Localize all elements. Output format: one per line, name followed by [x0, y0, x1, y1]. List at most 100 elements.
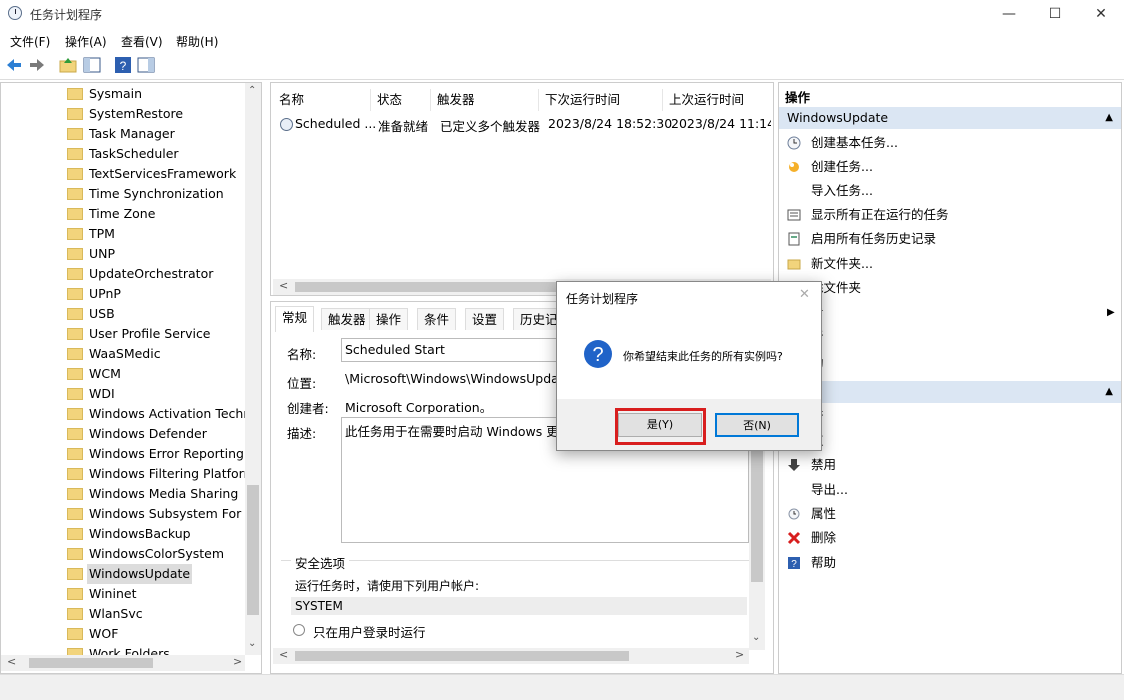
tree-item-label: SystemRestore	[89, 106, 184, 121]
details-horizontal-scrollbar[interactable]: < >	[273, 648, 749, 664]
section-header-windowsupdate[interactable]: WindowsUpdate ▲	[779, 107, 1121, 129]
folder-icon	[67, 228, 83, 240]
tree-item-label: WaaSMedic	[89, 346, 161, 361]
action-disable[interactable]: 禁用	[811, 455, 836, 475]
tree-item-label: TextServicesFramework	[89, 166, 237, 181]
folder-icon	[67, 608, 83, 620]
dialog-title: 任务计划程序	[566, 292, 639, 306]
actions-header: 操作	[785, 90, 811, 105]
column-header-status[interactable]: 状态	[371, 89, 431, 111]
tree-horizontal-scrollbar[interactable]: < >	[1, 655, 245, 671]
question-icon: ?	[584, 340, 612, 368]
folder-icon	[67, 148, 83, 160]
tree-item-label: WindowsUpdate	[87, 564, 193, 584]
show-action-pane-icon[interactable]	[137, 56, 155, 74]
tree-item-label: Sysmain	[89, 86, 143, 101]
tab-conditions[interactable]: 条件	[417, 308, 457, 330]
no-button[interactable]: 否(N)	[715, 413, 799, 437]
folder-icon	[67, 548, 83, 560]
folder-icon	[67, 468, 83, 480]
close-button[interactable]: ✕	[1078, 0, 1124, 28]
task-next-run-cell: 2023/8/24 18:52:30	[548, 116, 673, 131]
folder-icon	[67, 168, 83, 180]
tree-item-label: Time Zone	[89, 206, 156, 221]
collapse-icon[interactable]: ▲	[1105, 107, 1113, 129]
tree-vertical-scrollbar[interactable]: ⌃ ⌄	[245, 83, 261, 655]
menu-view[interactable]: 查看(V)	[121, 33, 163, 50]
menu-action[interactable]: 操作(A)	[65, 33, 107, 50]
tab-actions[interactable]: 操作	[369, 308, 409, 330]
tree-item-label: Windows Filtering Platform	[89, 466, 256, 481]
folder-icon	[67, 208, 83, 220]
menu-help[interactable]: 帮助(H)	[176, 33, 218, 50]
title-bar: 任务计划程序 — ☐ ✕	[0, 0, 1124, 28]
folder-tree: Sysmain SystemRestore Task Manager TaskSche…	[0, 82, 262, 674]
folder-icon	[67, 88, 83, 100]
action-export[interactable]: 导出...	[811, 480, 848, 500]
dialog-close-icon[interactable]: ✕	[799, 287, 810, 302]
run-as-field: SYSTEM	[291, 597, 747, 615]
action-import-task[interactable]: 导入任务...	[811, 181, 873, 201]
tree-hscroll-thumb[interactable]	[29, 658, 153, 668]
task-status-cell: 准备就绪	[378, 119, 429, 134]
svg-text:?: ?	[791, 559, 797, 570]
action-create-basic-task[interactable]: 创建基本任务...	[811, 133, 898, 153]
action-new-folder[interactable]: 新文件夹...	[811, 254, 873, 274]
svg-text:?: ?	[592, 344, 603, 366]
back-icon[interactable]	[5, 56, 23, 74]
tree-item-label: Wininet	[89, 586, 137, 601]
action-create-task[interactable]: 创建任务...	[811, 157, 873, 177]
menu-file[interactable]: 文件(F)	[10, 33, 50, 50]
tree-item-label: WindowsBackup	[89, 526, 191, 541]
column-header-trigger[interactable]: 触发器	[431, 89, 539, 111]
column-header-next-run[interactable]: 下次运行时间	[539, 89, 663, 111]
details-hscroll-thumb[interactable]	[295, 651, 629, 661]
action-display-running-tasks[interactable]: 显示所有正在运行的任务	[811, 205, 949, 225]
up-folder-icon[interactable]	[59, 56, 77, 74]
radio-logged-on[interactable]	[293, 624, 305, 636]
task-trigger-cell: 已定义多个触发器	[440, 119, 541, 134]
section-header-selected-item[interactable]: ▲	[779, 381, 1121, 403]
folder-icon	[67, 628, 83, 640]
folder-icon	[67, 528, 83, 540]
folder-icon	[67, 348, 83, 360]
author-field: Microsoft Corporation。	[341, 393, 561, 415]
folder-icon	[67, 368, 83, 380]
tree-item-label: WlanSvc	[89, 606, 143, 621]
folder-icon	[67, 308, 83, 320]
action-properties[interactable]: 属性	[811, 504, 836, 524]
folder-icon	[67, 488, 83, 500]
tree-scroll-thumb[interactable]	[247, 485, 259, 615]
folder-icon	[67, 408, 83, 420]
folder-icon	[67, 188, 83, 200]
tab-settings[interactable]: 设置	[465, 308, 505, 330]
action-delete[interactable]: 删除	[811, 528, 836, 548]
maximize-button[interactable]: ☐	[1032, 0, 1078, 28]
tree-item-label: TPM	[89, 226, 115, 241]
svg-text:?: ?	[120, 59, 127, 73]
action-enable-history[interactable]: 启用所有任务历史记录	[811, 229, 936, 249]
forward-icon[interactable]	[28, 56, 46, 74]
tree-item-label: Windows Subsystem For Linux	[89, 506, 262, 521]
tree-item-label: Windows Activation Technologies	[89, 406, 261, 421]
submenu-arrow-icon: ▶	[1107, 307, 1115, 318]
name-field[interactable]: Scheduled Start	[341, 338, 561, 362]
run-as-label: 运行任务时，请使用下列用户帐户:	[295, 579, 480, 593]
action-help-2[interactable]: 帮助	[811, 553, 836, 573]
show-hide-tree-icon[interactable]	[83, 56, 101, 74]
collapse-icon-2[interactable]: ▲	[1105, 381, 1113, 403]
folder-icon	[67, 568, 83, 580]
minimize-button[interactable]: —	[986, 0, 1032, 28]
folder-icon	[67, 588, 83, 600]
description-label: 描述:	[287, 426, 317, 441]
description-text: 此任务用于在需要时启动 Windows 更新	[345, 424, 572, 439]
dialog-message: 你希望结束此任务的所有实例吗?	[623, 350, 783, 363]
folder-icon	[67, 248, 83, 260]
tab-general[interactable]: 常规	[275, 306, 315, 332]
tab-triggers[interactable]: 触发器	[321, 308, 373, 330]
running-tasks-icon	[787, 209, 801, 221]
column-header-last-run[interactable]: 上次运行时间	[663, 89, 773, 111]
help-icon[interactable]: ?	[114, 56, 132, 74]
column-header-name[interactable]: 名称	[273, 89, 371, 111]
author-label: 创建者:	[287, 401, 329, 416]
